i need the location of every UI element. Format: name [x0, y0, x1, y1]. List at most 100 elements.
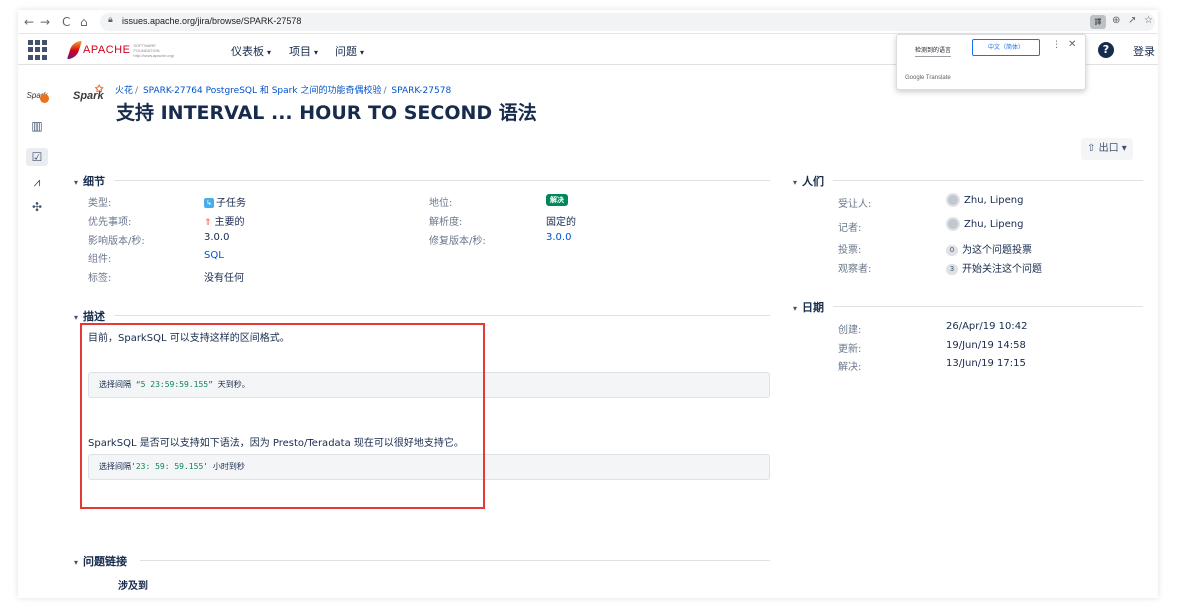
divider: [833, 180, 1143, 181]
breadcrumb-project[interactable]: 火花: [115, 86, 133, 96]
watchers-count-badge: 3: [946, 263, 958, 275]
apache-logo[interactable]: APACHE SOFTWARE FOUNDATION http://www.ap…: [67, 40, 179, 60]
menu-dashboards-label: 仪表板: [231, 45, 264, 58]
chinese-language-tab[interactable]: 中文（简体）: [972, 39, 1040, 56]
feather-icon: [67, 41, 82, 59]
affects-version-value: 3.0.0: [204, 232, 230, 243]
type-label: 类型:: [88, 198, 112, 209]
chevron-down-icon: ▾: [74, 313, 79, 322]
logo-subtext: SOFTWARE FOUNDATION http://www.apache.or…: [133, 42, 175, 58]
page-title: 支持 INTERVAL ... HOUR TO SECOND 语法: [116, 102, 537, 124]
relates-to-label: 涉及到: [118, 581, 148, 592]
reports-icon[interactable]: ⩘: [26, 173, 48, 191]
priority-value: ⇑ 主要的: [204, 213, 245, 228]
chevron-down-icon: ▾: [267, 48, 272, 57]
people-heading[interactable]: ▾ 人们: [793, 173, 824, 189]
updated-value: 19/Jun/19 14:58: [946, 340, 1026, 351]
chevron-down-icon: ▾: [793, 304, 798, 313]
component-link[interactable]: SQL: [204, 250, 224, 261]
back-icon[interactable]: ←: [24, 14, 34, 30]
priority-value-text: 主要的: [214, 217, 245, 228]
reporter-value[interactable]: Zhu, Lipeng: [946, 217, 1023, 231]
fix-version-link[interactable]: 3.0.0: [546, 232, 571, 243]
resolution-label: 解析度:: [429, 217, 463, 228]
project-sidebar: Spark ▥ ☑ ⩘ ✣: [18, 65, 58, 598]
people-heading-label: 人们: [802, 175, 825, 188]
labels-value: 没有任何: [204, 273, 244, 284]
description-heading-label: 描述: [83, 310, 106, 323]
forward-icon[interactable]: →: [40, 14, 50, 30]
description-heading[interactable]: ▾ 描述: [74, 308, 105, 324]
address-bar[interactable]: 🔒︎ issues.apache.org/jira/browse/SPARK-2…: [100, 13, 1155, 31]
menu-issues[interactable]: 问题 ▾: [335, 43, 364, 59]
help-icon[interactable]: ?: [1098, 42, 1114, 58]
board-icon[interactable]: ▥: [26, 117, 48, 135]
updated-label: 更新:: [838, 344, 862, 355]
divider: [833, 306, 1143, 307]
assignee-label: 受让人:: [838, 199, 872, 210]
watch-link[interactable]: 开始关注这个问题: [962, 264, 1042, 275]
badge-icon: [40, 94, 49, 103]
avatar: [946, 217, 960, 231]
highlight-box: [80, 323, 485, 509]
close-icon[interactable]: ✕: [1068, 39, 1076, 50]
breadcrumb-issue[interactable]: SPARK-27578: [391, 86, 451, 96]
home-icon[interactable]: ⌂: [80, 14, 88, 30]
details-heading-label: 细节: [83, 175, 106, 188]
status-label: 地位:: [429, 198, 453, 209]
breadcrumb: 火花 / SPARK-27764 PostgreSQL 和 Spark 之间的功能…: [115, 86, 452, 96]
app-switcher-icon[interactable]: [28, 40, 48, 60]
share-icon: ⇧: [1087, 143, 1096, 154]
divider: [114, 180, 770, 181]
resolved-label: 解决:: [838, 362, 862, 373]
created-value: 26/Apr/19 10:42: [946, 321, 1028, 332]
logo-text: APACHE: [83, 44, 131, 56]
more-options-icon[interactable]: ⋮: [1052, 40, 1061, 50]
details-heading[interactable]: ▾ 细节: [74, 173, 105, 189]
menu-projects[interactable]: 项目 ▾: [289, 43, 318, 59]
menu-dashboards[interactable]: 仪表板 ▾: [231, 43, 271, 59]
issues-icon[interactable]: ☑: [26, 148, 48, 166]
reload-icon[interactable]: C: [62, 14, 70, 30]
issue-links-heading[interactable]: ▾ 问题链接: [74, 553, 127, 569]
project-avatar[interactable]: Spark: [26, 85, 49, 103]
translate-popup: 检测到的语言 中文（简体） ⋮ ✕ Google Translate: [896, 34, 1086, 90]
export-label: 出口: [1098, 143, 1119, 154]
assignee-value[interactable]: Zhu, Lipeng: [946, 193, 1023, 207]
fix-version-label: 修复版本/秒:: [429, 236, 486, 247]
zoom-icon[interactable]: ⊕: [1112, 15, 1120, 26]
translate-icon[interactable]: 譯: [1090, 15, 1106, 29]
menu-projects-label: 项目: [289, 45, 311, 58]
vote-link[interactable]: 为这个问题投票: [962, 245, 1032, 256]
addons-icon[interactable]: ✣: [26, 198, 48, 216]
breadcrumb-parent[interactable]: SPARK-27764 PostgreSQL 和 Spark 之间的功能奇偶校验: [143, 86, 382, 96]
chevron-down-icon: ▾: [314, 48, 319, 57]
project-logo[interactable]: Spark ✩: [73, 84, 104, 102]
avatar: [946, 193, 960, 207]
type-value-text: 子任务: [216, 198, 246, 209]
reporter-label: 记者:: [838, 223, 862, 234]
url-text[interactable]: issues.apache.org/jira/browse/SPARK-2757…: [122, 16, 301, 26]
menu-issues-label: 问题: [335, 45, 357, 58]
share-icon[interactable]: ↗: [1128, 15, 1136, 26]
assignee-name: Zhu, Lipeng: [964, 195, 1024, 206]
votes-label: 投票:: [838, 245, 862, 256]
affects-version-label: 影响版本/秒:: [88, 236, 145, 247]
dates-heading[interactable]: ▾ 日期: [793, 299, 824, 315]
chevron-down-icon: ▾: [793, 178, 798, 187]
detected-language-tab[interactable]: 检测到的语言: [915, 45, 952, 57]
priority-label: 优先事项:: [88, 217, 132, 228]
login-link[interactable]: 登录: [1133, 43, 1155, 59]
status-badge: 解决: [546, 194, 568, 206]
issue-links-heading-label: 问题链接: [83, 555, 128, 568]
lock-icon: 🔒︎: [108, 15, 113, 25]
resolved-value: 13/Jun/19 17:15: [946, 358, 1026, 369]
votes-count-badge: 0: [946, 244, 958, 256]
translate-footer: Google Translate: [905, 75, 951, 81]
bookmark-star-icon[interactable]: ☆: [1144, 15, 1153, 26]
watchers-value: 3 开始关注这个问题: [946, 260, 1042, 275]
chevron-down-icon: ▾: [74, 178, 79, 187]
chevron-down-icon: ▾: [360, 48, 365, 57]
export-button[interactable]: ⇧ 出口 ▾: [1081, 138, 1133, 160]
resolution-value: 固定的: [546, 217, 576, 228]
